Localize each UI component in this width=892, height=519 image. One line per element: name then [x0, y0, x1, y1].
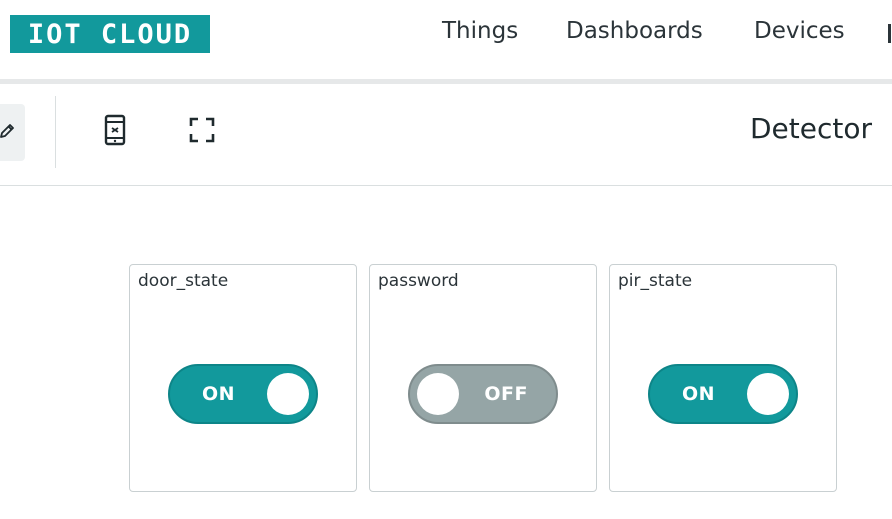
widget-label: password	[378, 271, 459, 291]
switch-knob[interactable]	[747, 373, 789, 415]
nav-devices[interactable]: Devices	[754, 18, 845, 44]
switch-state-text: OFF	[484, 383, 528, 405]
edit-icon	[0, 123, 15, 143]
switch-widget-pir-state[interactable]: pir_state ON	[609, 264, 837, 492]
fullscreen-icon	[188, 116, 216, 148]
toggle-switch[interactable]: OFF	[408, 364, 558, 424]
switch-knob[interactable]	[417, 373, 459, 415]
switch-widget-door-state[interactable]: door_state ON	[129, 264, 357, 492]
switch-widget-password[interactable]: password OFF	[369, 264, 597, 492]
nav-item-cut-off[interactable]	[888, 24, 891, 43]
switch-state-text: ON	[202, 383, 236, 405]
toggle-switch[interactable]: ON	[648, 364, 798, 424]
iot-cloud-logo[interactable]: IOT CLOUD	[10, 15, 210, 53]
top-header: IOT CLOUD Things Dashboards Devices	[0, 0, 892, 79]
nav-dashboards[interactable]: Dashboards	[566, 18, 703, 44]
widget-label: door_state	[138, 271, 229, 291]
nav-things[interactable]: Things	[442, 18, 518, 44]
switch-state-text: ON	[682, 383, 716, 405]
mobile-view-button[interactable]	[100, 114, 130, 150]
mobile-view-icon	[104, 114, 126, 150]
edit-button[interactable]	[0, 104, 25, 161]
fullscreen-button[interactable]	[186, 116, 218, 148]
dashboard-title: Detector	[749, 112, 872, 145]
toggle-switch[interactable]: ON	[168, 364, 318, 424]
toolbar-separator	[55, 96, 56, 168]
toolbar-divider	[0, 185, 892, 186]
widget-label: pir_state	[618, 271, 693, 291]
switch-knob[interactable]	[267, 373, 309, 415]
